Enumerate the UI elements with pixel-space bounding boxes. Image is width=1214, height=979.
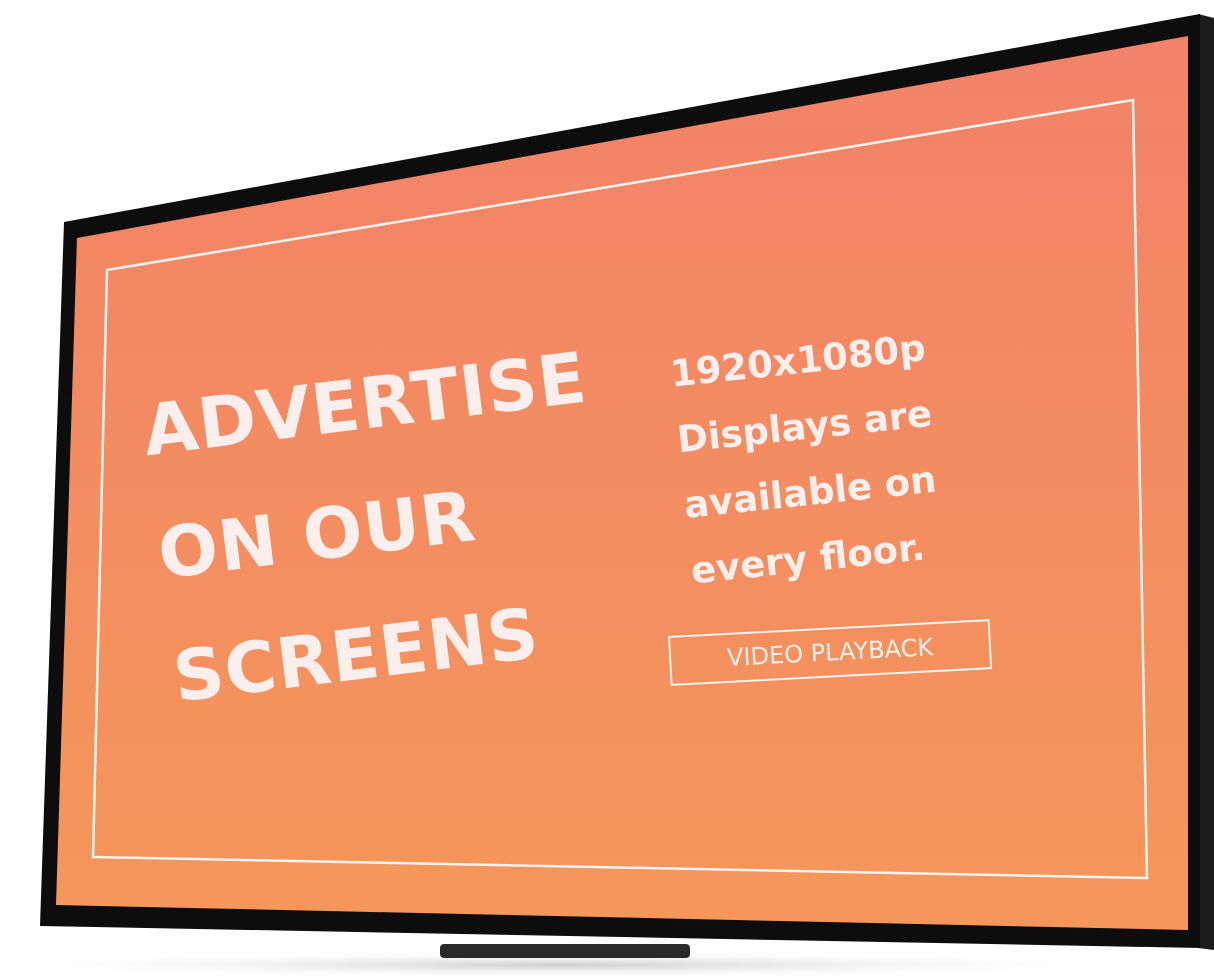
details-text: 1920x1080p Displays are available on eve… xyxy=(667,315,953,605)
tv-stand xyxy=(440,944,690,958)
tv-side xyxy=(1198,14,1214,950)
headline: ADVERTISE ON OUR SCREENS xyxy=(136,313,648,740)
tv-display: ADVERTISE ON OUR SCREENS 1920x1080p Disp… xyxy=(0,0,1214,979)
